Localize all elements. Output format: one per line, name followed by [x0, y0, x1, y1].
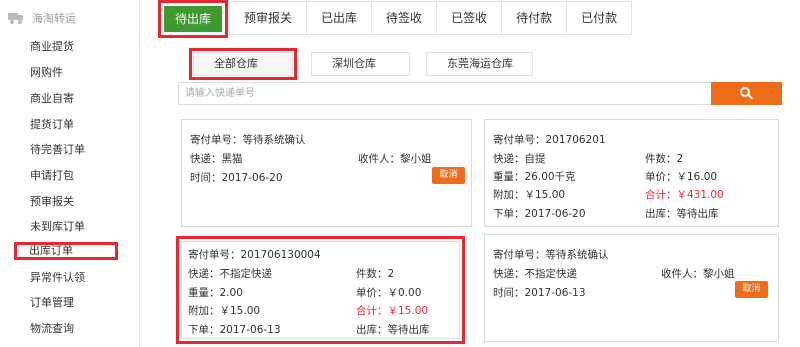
unit-price: 单价：￥0.00	[356, 287, 422, 299]
tab-shipped[interactable]: 已出库	[306, 1, 373, 35]
order-card: 寄付单号：201706201 快递：自提 件数：2 重量：26.00千克 单价：…	[484, 119, 779, 227]
extra-fee: 附加：￥15.00	[493, 189, 566, 201]
express: 快递：黑猫	[190, 153, 243, 165]
outbound-status: 出库：等待出库	[645, 208, 719, 220]
unit-price: 单价：￥16.00	[645, 171, 718, 183]
search-button[interactable]	[711, 82, 782, 105]
status-tabs: 待出库 预审报关 已出库 待签收 已签收 待付款 已付款	[158, 0, 633, 38]
order-card-highlighted: 寄付单号：201706130004 快递：不指定快递 件数：2 重量：2.00 …	[176, 236, 465, 344]
search-icon	[740, 87, 753, 100]
tab-pending-outbound[interactable]: 待出库	[164, 6, 223, 32]
extra-fee: 附加：￥15.00	[188, 305, 261, 317]
sidebar: 海淘转运 商业提货 网购件 商业自寄 提货订单 待完善订单 申请打包 预审报关 …	[0, 0, 140, 347]
sidebar-header-label: 海淘转运	[32, 12, 76, 25]
recipient: 收件人：黎小姐	[358, 153, 432, 165]
warehouse-tab-all[interactable]: 全部仓库	[189, 48, 297, 80]
total-amount: 合计：￥431.00	[645, 189, 724, 201]
time: 时间：2017-06-13	[493, 287, 586, 299]
sidebar-item-exception-claims[interactable]: 异常件认领	[30, 269, 85, 287]
sidebar-header[interactable]: 海淘转运	[8, 9, 76, 27]
express: 快递：不指定快递	[188, 268, 272, 280]
weight: 重量：2.00	[188, 287, 243, 299]
express: 快递：不指定快递	[493, 268, 577, 280]
tab-paid[interactable]: 已付款	[566, 1, 633, 35]
order-number: 寄付单号：等待系统确认	[493, 249, 609, 261]
sidebar-item-orders-to-complete[interactable]: 待完善订单	[30, 141, 85, 159]
tab-pending-payment[interactable]: 待付款	[501, 1, 568, 35]
time: 时间：2017-06-20	[190, 172, 283, 184]
sidebar-item-apply-packing[interactable]: 申请打包	[30, 167, 74, 185]
tab-active-highlight: 待出库	[158, 0, 229, 38]
order-card: 寄付单号：等待系统确认 快递：不指定快递 收件人：黎小姐 时间：2017-06-…	[484, 234, 779, 342]
tab-pending-receipt[interactable]: 待签收	[371, 1, 438, 35]
outbound-status: 出库：等待出库	[356, 324, 430, 336]
order-number: 寄付单号：等待系统确认	[190, 134, 306, 146]
warehouse-tab-shenzhen[interactable]: 深圳仓库	[311, 52, 410, 76]
tab-customs-pre-review[interactable]: 预审报关	[229, 1, 308, 35]
tracking-number-input[interactable]	[179, 83, 709, 104]
cancel-button[interactable]: 取消	[432, 167, 465, 184]
recipient: 收件人：黎小姐	[661, 268, 735, 280]
sidebar-item-commercial-self-send[interactable]: 商业自寄	[30, 90, 74, 108]
truck-icon	[8, 12, 24, 24]
sidebar-item-pickup-orders[interactable]: 提货订单	[30, 116, 74, 134]
sidebar-item-outbound-orders[interactable]: 出库订单	[14, 242, 118, 260]
order-number: 寄付单号：201706201	[493, 134, 606, 146]
order-number: 寄付单号：201706130004	[188, 249, 321, 261]
weight: 重量：26.00千克	[493, 171, 576, 183]
tab-received[interactable]: 已签收	[436, 1, 503, 35]
express: 快递：自提	[493, 153, 546, 165]
warehouse-tab-dongguan-sea[interactable]: 东莞海运仓库	[426, 52, 533, 76]
search-bar	[178, 82, 782, 105]
sidebar-item-not-arrived-orders[interactable]: 未到库订单	[30, 218, 85, 236]
sidebar-item-online-purchase[interactable]: 网购件	[30, 64, 63, 82]
cancel-button[interactable]: 取消	[735, 281, 768, 298]
order-date: 下单：2017-06-13	[188, 324, 281, 336]
sidebar-item-logistics-tracking[interactable]: 物流查询	[30, 320, 74, 338]
pieces: 件数：2	[645, 153, 684, 165]
pieces: 件数：2	[356, 268, 395, 280]
sidebar-item-commercial-pickup[interactable]: 商业提货	[30, 38, 74, 56]
order-card: 寄付单号：等待系统确认 快递：黑猫 收件人：黎小姐 时间：2017-06-20 …	[181, 119, 472, 227]
order-date: 下单：2017-06-20	[493, 208, 586, 220]
sidebar-item-customs-pre-review[interactable]: 预审报关	[30, 193, 74, 211]
total-amount: 合计：￥15.00	[356, 305, 429, 317]
sidebar-item-order-management[interactable]: 订单管理	[30, 294, 74, 312]
